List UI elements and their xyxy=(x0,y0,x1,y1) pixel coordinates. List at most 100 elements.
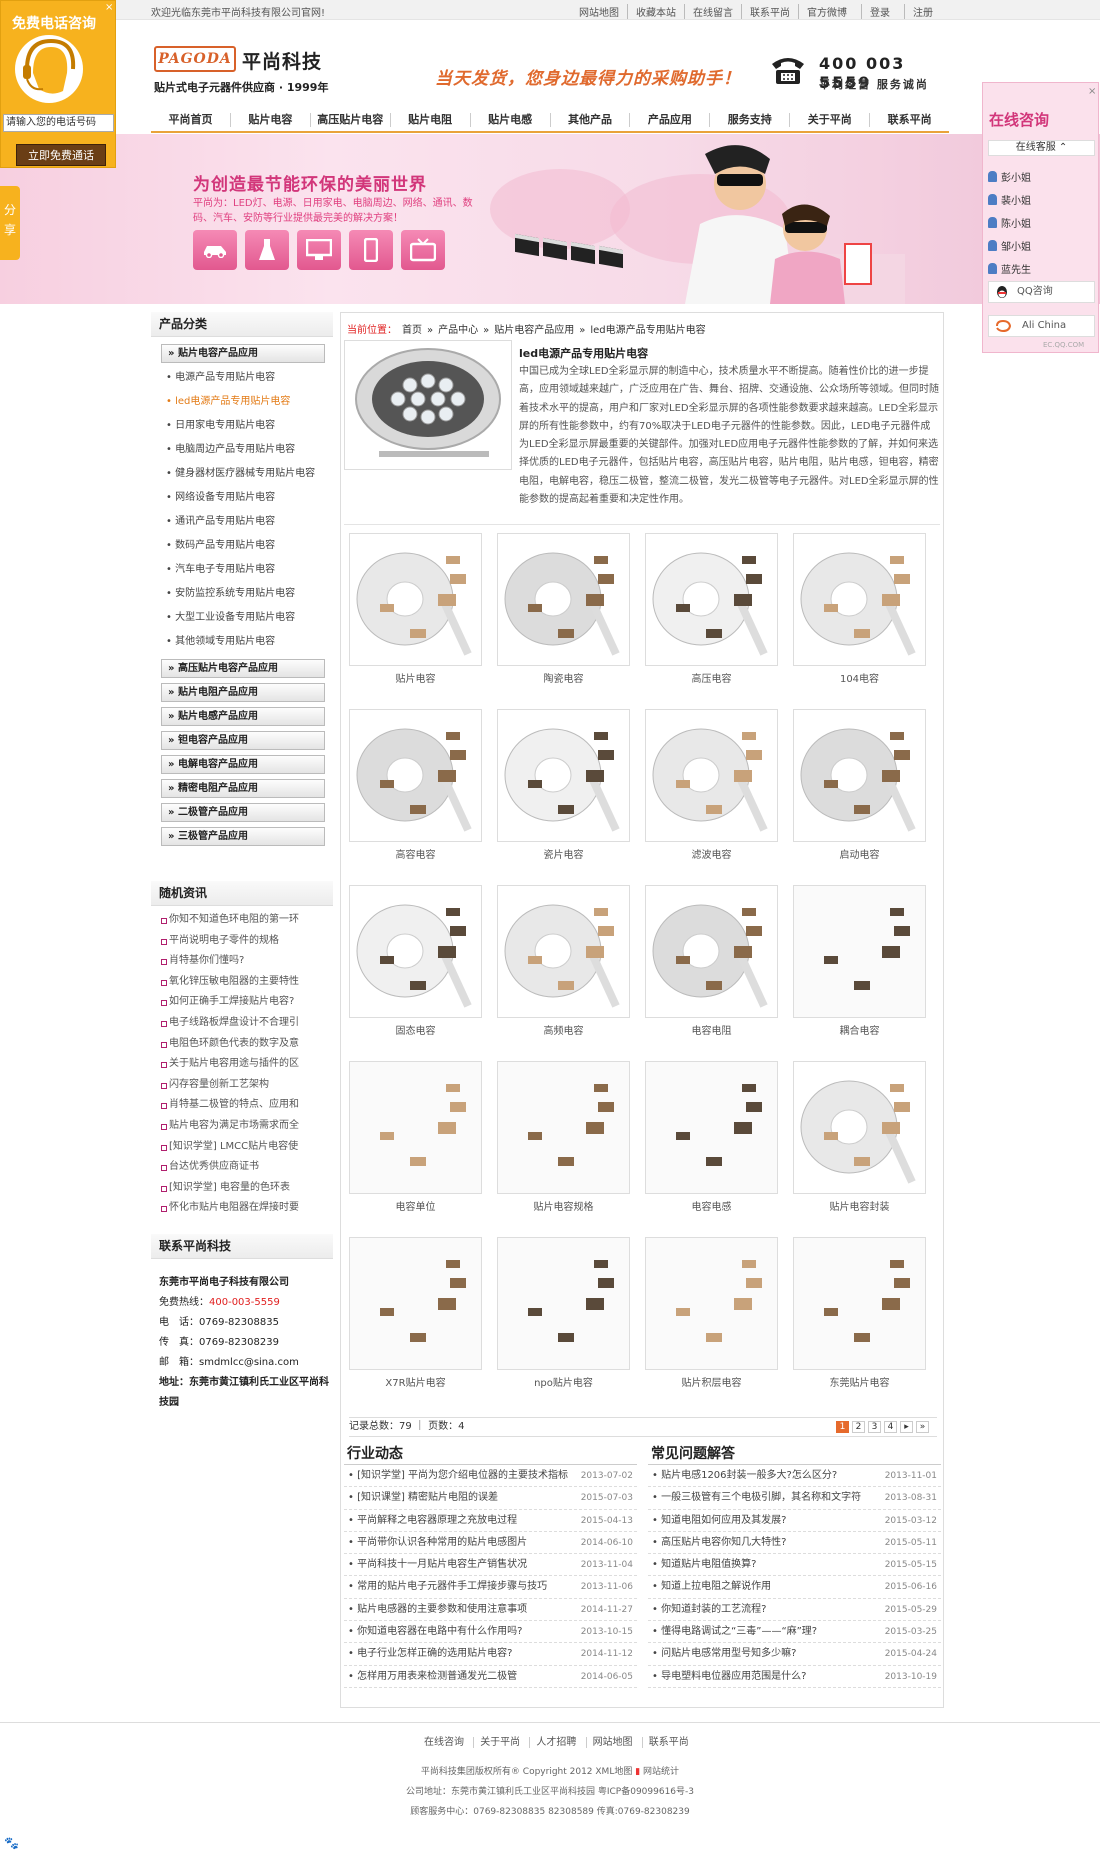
top-link-sitemap[interactable]: 网站地图 xyxy=(571,4,627,19)
product-name[interactable]: 启动电容 xyxy=(793,846,926,861)
product-image[interactable] xyxy=(793,709,926,842)
product-image[interactable] xyxy=(497,885,630,1018)
product-image[interactable] xyxy=(793,533,926,666)
category-item[interactable]: • 网络设备专用贴片电容 xyxy=(166,486,333,510)
product-image[interactable] xyxy=(793,885,926,1018)
product-name[interactable]: 电容电阻 xyxy=(645,1022,778,1037)
top-link-bookmark[interactable]: 收藏本站 xyxy=(627,4,684,19)
news-link[interactable]: 肖特基二极管的特点、应用和 xyxy=(151,1095,333,1116)
page-1[interactable]: 1 xyxy=(836,1421,849,1433)
product-name[interactable]: 104电容 xyxy=(793,670,926,685)
product-name[interactable]: 贴片积层电容 xyxy=(645,1374,778,1389)
breadcrumb-category[interactable]: 贴片电容产品应用 xyxy=(494,325,574,336)
industry-news-item[interactable]: • 平尚解释之电容器原理之充放电过程 2015-04-13 xyxy=(344,1510,637,1532)
industry-news-item[interactable]: • 电子行业怎样正确的选用贴片电容? 2014-11-12 xyxy=(344,1643,637,1666)
product-name[interactable]: 贴片电容规格 xyxy=(497,1198,630,1213)
product-name[interactable]: 陶瓷电容 xyxy=(497,670,630,685)
category-item[interactable]: • 通讯产品专用贴片电容 xyxy=(166,510,333,534)
logo-en[interactable]: PAGODA xyxy=(154,46,236,72)
category-item[interactable]: • 健身器材医疗器械专用贴片电容 xyxy=(166,462,333,486)
category-group-capacitor[interactable]: » 贴片电容产品应用 xyxy=(161,344,325,363)
product-name[interactable]: 电容电感 xyxy=(645,1198,778,1213)
baidu-paw-icon[interactable]: 🐾 xyxy=(4,1836,19,1850)
news-link[interactable]: 如何正确手工焊接贴片电容? xyxy=(151,992,333,1013)
product-image[interactable] xyxy=(645,885,778,1018)
news-link[interactable]: 关于贴片电容用途与插件的区 xyxy=(151,1054,333,1075)
product-name[interactable]: 耦合电容 xyxy=(793,1022,926,1037)
industry-news-item[interactable]: • 平尚带你认识各种常用的贴片电感图片 2014-06-10 xyxy=(344,1532,637,1555)
nav-home[interactable]: 平尚首页 xyxy=(151,113,230,127)
ali-consult-button[interactable]: Ali China xyxy=(988,315,1095,337)
faq-item[interactable]: • 知道贴片电阻值换算? 2015-05-15 xyxy=(648,1554,941,1577)
news-link[interactable]: 台达优秀供应商证书 xyxy=(151,1157,333,1178)
category-group[interactable]: » 贴片电感产品应用 xyxy=(161,707,325,726)
category-item[interactable]: • 汽车电子专用贴片电容 xyxy=(166,558,333,582)
news-link[interactable]: 电阻色环颜色代表的数字及意 xyxy=(151,1034,333,1055)
next-page-button[interactable]: ▸ xyxy=(900,1421,913,1433)
top-link-message[interactable]: 在线留言 xyxy=(684,4,741,19)
product-image[interactable] xyxy=(497,1237,630,1370)
industry-news-item[interactable]: • 你知道电容器在电路中有什么作用吗? 2013-10-15 xyxy=(344,1621,637,1644)
page-4[interactable]: 4 xyxy=(884,1421,897,1433)
category-item[interactable]: • 其他领域专用贴片电容 xyxy=(166,630,333,654)
last-page-button[interactable]: » xyxy=(916,1421,929,1433)
faq-item[interactable]: • 一般三极管有三个电极引脚，其名称和文字符 2013-08-31 xyxy=(648,1487,941,1510)
staff-item[interactable]: 彭小姐 xyxy=(988,165,1031,188)
industry-news-item[interactable]: • 平尚科技十一月贴片电容生产销售状况 2013-11-04 xyxy=(344,1554,637,1577)
category-item-active[interactable]: • led电源产品专用贴片电容 xyxy=(166,390,333,414)
news-link[interactable]: 平尚说明电子零件的规格 xyxy=(151,931,333,952)
industry-news-item[interactable]: • 怎样用万用表来检测普通发光二极管 2014-06-05 xyxy=(344,1666,637,1688)
staff-item[interactable]: 邹小姐 xyxy=(988,234,1031,257)
product-name[interactable]: 电容单位 xyxy=(349,1198,482,1213)
product-image[interactable] xyxy=(793,1237,926,1370)
news-link[interactable]: 怀化市贴片电阻器在焊接时要 xyxy=(151,1198,333,1219)
footer-link-sitemap[interactable]: 网站地图 xyxy=(585,1737,639,1748)
product-card[interactable]: X7R贴片电容 xyxy=(349,1237,482,1413)
logo-cn[interactable]: 平尚科技 xyxy=(242,47,322,74)
nav-hv-capacitor[interactable]: 高压贴片电容 xyxy=(309,113,390,127)
product-name[interactable]: npo贴片电容 xyxy=(497,1374,630,1389)
nav-resistor[interactable]: 贴片电阻 xyxy=(389,113,470,127)
top-link-login[interactable]: 登录 xyxy=(861,4,898,19)
footer-link-contact[interactable]: 联系平尚 xyxy=(641,1737,695,1748)
product-card[interactable]: 贴片积层电容 xyxy=(645,1237,778,1413)
faq-item[interactable]: • 知道电阻如何应用及其发展? 2015-03-12 xyxy=(648,1510,941,1532)
category-item[interactable]: • 数码产品专用贴片电容 xyxy=(166,534,333,558)
footer-link-consult[interactable]: 在线咨询 xyxy=(418,1737,470,1748)
product-card[interactable]: 电容电感 xyxy=(645,1061,778,1237)
faq-item[interactable]: • 问贴片电感常用型号知多少嘛? 2015-04-24 xyxy=(648,1643,941,1666)
top-link-weibo[interactable]: 官方微博 xyxy=(798,4,855,19)
close-icon[interactable]: × xyxy=(1088,86,1096,97)
phone-number-input[interactable]: 请输入您的电话号码 xyxy=(3,114,114,132)
product-card[interactable]: 瓷片电容 xyxy=(497,709,630,885)
product-card[interactable]: 耦合电容 xyxy=(793,885,926,1061)
news-link[interactable]: [知识学堂] LMCC贴片电容使 xyxy=(151,1137,333,1158)
qq-consult-button[interactable]: QQ咨询 xyxy=(988,281,1095,303)
product-name[interactable]: 贴片电容封装 xyxy=(793,1198,926,1213)
faq-item[interactable]: • 导电塑料电位器应用范围是什么? 2013-10-19 xyxy=(648,1666,941,1688)
close-icon[interactable]: × xyxy=(105,3,115,13)
category-item[interactable]: • 日用家电专用贴片电容 xyxy=(166,414,333,438)
category-item[interactable]: • 电源产品专用贴片电容 xyxy=(166,366,333,390)
product-image[interactable] xyxy=(793,1061,926,1194)
product-card[interactable]: 陶瓷电容 xyxy=(497,533,630,709)
page-2[interactable]: 2 xyxy=(852,1421,865,1433)
news-link[interactable]: [知识学堂] 电容量的色环表 xyxy=(151,1178,333,1199)
product-image[interactable] xyxy=(349,533,482,666)
product-image[interactable] xyxy=(645,709,778,842)
product-name[interactable]: 高压电容 xyxy=(645,670,778,685)
hero-banner[interactable]: 为创造最节能环保的美丽世界 平尚为：LED灯、电源、日用家电、电脑周边、网络、通… xyxy=(0,134,1100,304)
footer-stats-link[interactable]: 网站统计 xyxy=(643,1767,679,1777)
nav-support[interactable]: 服务支持 xyxy=(709,113,789,127)
nav-capacitor[interactable]: 贴片电容 xyxy=(229,113,310,127)
product-image[interactable] xyxy=(497,1061,630,1194)
staff-item[interactable]: 陈小姐 xyxy=(988,211,1031,234)
category-item[interactable]: • 电脑周边产品专用贴片电容 xyxy=(166,438,333,462)
category-group[interactable]: » 二极管产品应用 xyxy=(161,803,325,822)
news-link[interactable]: 闪存容量创新工艺架构 xyxy=(151,1075,333,1096)
product-card[interactable]: 固态电容 xyxy=(349,885,482,1061)
product-name[interactable]: 贴片电容 xyxy=(349,670,482,685)
nav-contact[interactable]: 联系平尚 xyxy=(869,113,949,127)
product-image[interactable] xyxy=(349,709,482,842)
category-group[interactable]: » 钽电容产品应用 xyxy=(161,731,325,750)
